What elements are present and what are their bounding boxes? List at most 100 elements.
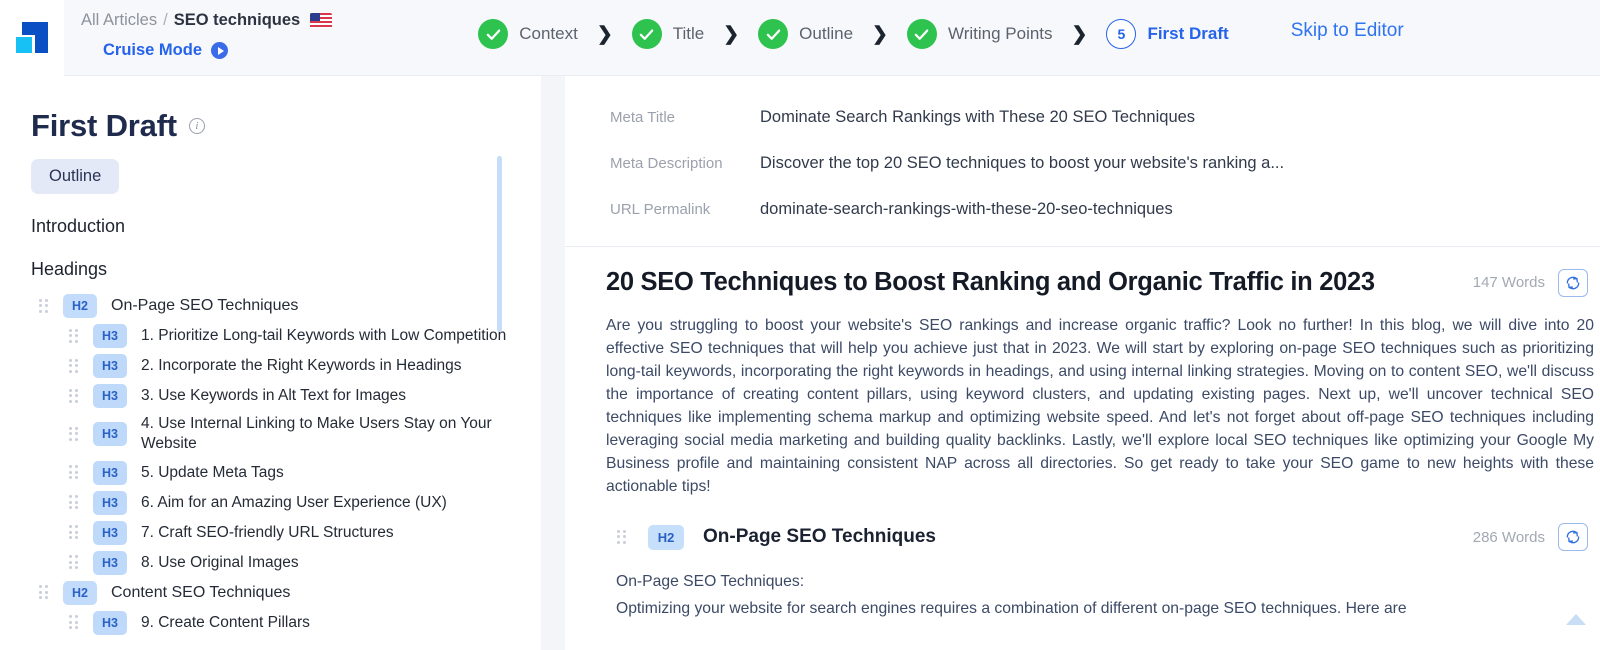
skip-to-editor-link[interactable]: Skip to Editor <box>1291 0 1404 42</box>
drag-handle-icon[interactable] <box>69 495 80 510</box>
step-label: Title <box>673 24 705 44</box>
outline-item[interactable]: H3 4. Use Internal Linking to Make Users… <box>0 411 541 458</box>
heading-level-tag: H3 <box>93 422 127 446</box>
heading-level-tag: H2 <box>63 581 97 605</box>
outline-item[interactable]: H3 9. Create Content Pillars <box>0 608 541 638</box>
tab-outline[interactable]: Outline <box>31 159 119 194</box>
outline-item[interactable]: H3 6. Aim for an Amazing User Experience… <box>0 488 541 518</box>
breadcrumb-root[interactable]: All Articles <box>81 11 157 30</box>
section-block: H2 On-Page SEO Techniques 286 Words On-P… <box>565 523 1600 621</box>
outline-item-label: 3. Use Keywords in Alt Text for Images <box>141 386 406 406</box>
chevron-right-icon: ❯ <box>723 25 739 44</box>
sidebar-scrollbar-thumb[interactable] <box>497 156 502 332</box>
outline-item[interactable]: H3 1. Prioritize Long-tail Keywords with… <box>0 321 541 351</box>
outline-item[interactable]: H3 8. Use Original Images <box>0 548 541 578</box>
breadcrumb-column: All Articles / SEO techniques Cruise Mod… <box>81 0 332 60</box>
meta-row-meta-title[interactable]: Meta Title Dominate Search Rankings with… <box>565 94 1600 140</box>
regenerate-icon[interactable] <box>1558 269 1588 297</box>
panel-divider <box>541 76 565 650</box>
breadcrumb: All Articles / SEO techniques <box>81 6 332 34</box>
drag-handle-icon[interactable] <box>69 465 80 480</box>
heading-level-tag: H2 <box>63 294 97 318</box>
meta-row-url-permalink[interactable]: URL Permalink dominate-search-rankings-w… <box>565 186 1600 232</box>
outline-item-label: Content SEO Techniques <box>111 582 290 603</box>
section-paragraph-line-1[interactable]: On-Page SEO Techniques: <box>616 569 1594 594</box>
check-icon <box>632 19 662 49</box>
top-header-bar: All Articles / SEO techniques Cruise Mod… <box>0 0 1600 76</box>
outline-item-label: 8. Use Original Images <box>141 553 299 573</box>
outline-item[interactable]: H3 2. Incorporate the Right Keywords in … <box>0 351 541 381</box>
drag-handle-icon[interactable] <box>69 555 80 570</box>
intro-paragraph[interactable]: Are you struggling to boost your website… <box>606 314 1594 498</box>
cruise-mode-label: Cruise Mode <box>103 41 202 60</box>
step-writing-points[interactable]: Writing Points <box>907 19 1053 49</box>
sidebar-title-row: First Draft i <box>0 76 541 144</box>
breadcrumb-separator: / <box>163 11 168 30</box>
drag-handle-icon[interactable] <box>69 329 80 344</box>
heading-level-tag: H3 <box>93 491 127 515</box>
outline-item-label: 4. Use Internal Linking to Make Users St… <box>141 414 531 455</box>
sidebar-section-introduction[interactable]: Introduction <box>31 216 541 237</box>
step-label: Context <box>519 24 578 44</box>
outline-item[interactable]: H3 7. Craft SEO-friendly URL Structures <box>0 518 541 548</box>
scroll-up-icon[interactable] <box>1566 614 1586 625</box>
play-icon <box>211 42 228 59</box>
drag-handle-icon[interactable] <box>69 525 80 540</box>
step-first-draft[interactable]: 5 First Draft <box>1106 19 1228 49</box>
step-context[interactable]: Context <box>478 19 578 49</box>
drag-handle-icon[interactable] <box>69 615 80 630</box>
section-paragraph-line-2[interactable]: Optimizing your website for search engin… <box>616 596 1594 621</box>
check-icon <box>758 19 788 49</box>
outline-item[interactable]: H2 Content SEO Techniques <box>0 578 541 608</box>
info-icon[interactable]: i <box>189 118 205 134</box>
heading-level-tag: H3 <box>93 461 127 485</box>
check-icon <box>478 19 508 49</box>
check-icon <box>907 19 937 49</box>
outline-item-label: On-Page SEO Techniques <box>111 295 298 316</box>
meta-label: Meta Description <box>610 155 760 172</box>
draft-main-panel: Meta Title Dominate Search Rankings with… <box>565 76 1600 650</box>
outline-item-label: 2. Incorporate the Right Keywords in Hea… <box>141 356 462 376</box>
logo-icon <box>13 19 51 57</box>
heading-level-tag: H3 <box>93 324 127 348</box>
drag-handle-icon[interactable] <box>69 359 80 374</box>
meta-fields: Meta Title Dominate Search Rankings with… <box>565 76 1600 247</box>
outline-list: H2 On-Page SEO Techniques H3 1. Prioriti… <box>0 291 541 638</box>
step-title[interactable]: Title <box>632 19 705 49</box>
section-heading-row: H2 On-Page SEO Techniques 286 Words <box>565 523 1600 551</box>
breadcrumb-current: SEO techniques <box>174 11 301 30</box>
article-title[interactable]: 20 SEO Techniques to Boost Ranking and O… <box>606 268 1473 297</box>
app-root: All Articles / SEO techniques Cruise Mod… <box>0 0 1600 650</box>
meta-label: URL Permalink <box>610 201 760 218</box>
section-word-count: 286 Words <box>1473 529 1545 546</box>
article-word-count: 147 Words <box>1473 274 1545 291</box>
outline-item[interactable]: H3 5. Update Meta Tags <box>0 458 541 488</box>
meta-value: Discover the top 20 SEO techniques to bo… <box>760 154 1284 173</box>
cruise-mode-button[interactable]: Cruise Mode <box>103 41 332 60</box>
heading-level-tag: H3 <box>93 521 127 545</box>
drag-handle-icon[interactable] <box>39 585 50 600</box>
outline-item-label: 9. Create Content Pillars <box>141 613 310 633</box>
step-label: Outline <box>799 24 853 44</box>
outline-item-label: 5. Update Meta Tags <box>141 463 284 483</box>
regenerate-icon[interactable] <box>1558 523 1588 551</box>
progress-steps: Context ❯ Title ❯ Outline ❯ <box>478 0 1228 49</box>
chevron-right-icon: ❯ <box>1072 25 1088 44</box>
step-outline[interactable]: Outline <box>758 19 853 49</box>
drag-handle-icon[interactable] <box>617 530 628 545</box>
heading-level-tag: H3 <box>93 611 127 635</box>
step-label: First Draft <box>1147 24 1228 44</box>
drag-handle-icon[interactable] <box>69 389 80 404</box>
heading-level-tag: H3 <box>93 384 127 408</box>
drag-handle-icon[interactable] <box>69 427 80 442</box>
outline-item[interactable]: H3 3. Use Keywords in Alt Text for Image… <box>0 381 541 411</box>
section-heading[interactable]: On-Page SEO Techniques <box>703 526 1473 548</box>
heading-level-tag: H3 <box>93 551 127 575</box>
drag-handle-icon[interactable] <box>39 299 50 314</box>
app-logo[interactable] <box>0 0 64 76</box>
meta-row-meta-description[interactable]: Meta Description Discover the top 20 SEO… <box>565 140 1600 186</box>
outline-item[interactable]: H2 On-Page SEO Techniques <box>0 291 541 321</box>
article-title-row: 20 SEO Techniques to Boost Ranking and O… <box>565 247 1600 297</box>
outline-item-label: 1. Prioritize Long-tail Keywords with Lo… <box>141 326 506 346</box>
chevron-right-icon: ❯ <box>872 25 888 44</box>
